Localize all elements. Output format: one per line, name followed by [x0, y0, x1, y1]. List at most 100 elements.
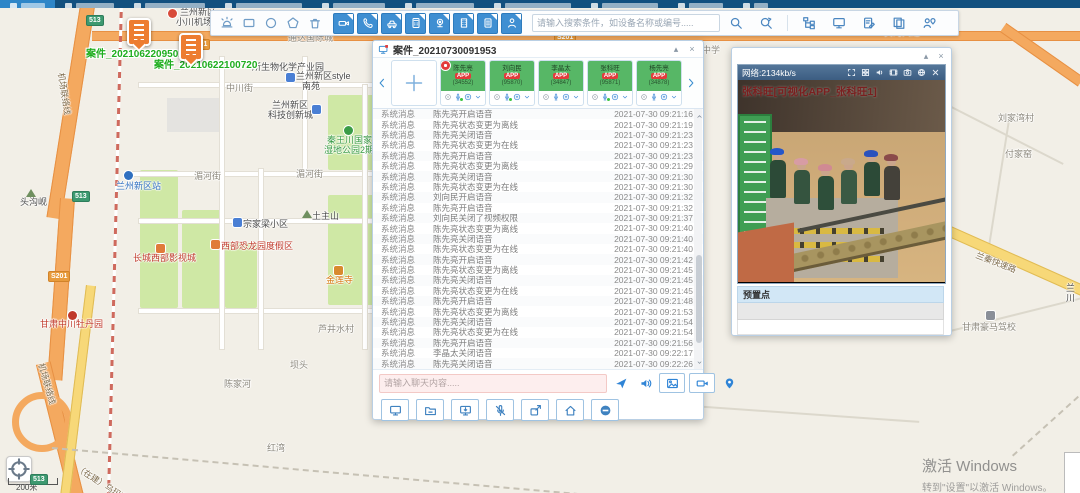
- menubar-item[interactable]: [581, 0, 668, 8]
- screen-button[interactable]: [381, 399, 409, 421]
- app-badge: APP: [553, 73, 569, 79]
- chat-input[interactable]: [379, 374, 607, 393]
- menubar-item[interactable]: [0, 0, 55, 8]
- phone-device-button[interactable]: [357, 13, 378, 34]
- x-circle-icon[interactable]: [513, 93, 521, 101]
- member-card[interactable]: 李晶太APP(34847): [538, 60, 584, 106]
- person-pin-icon[interactable]: [917, 13, 941, 33]
- screen-in-button[interactable]: [451, 399, 479, 421]
- case-marker-pin[interactable]: [127, 18, 151, 46]
- chevron-icon[interactable]: [474, 93, 482, 101]
- members-prev-icon[interactable]: [376, 76, 388, 90]
- send-icon[interactable]: [611, 374, 631, 392]
- film-icon[interactable]: [888, 67, 899, 78]
- preset-points-header[interactable]: 预置点: [737, 286, 944, 303]
- x-circle-icon[interactable]: [562, 93, 570, 101]
- trash-tool-icon[interactable]: [305, 13, 325, 33]
- person-device-button[interactable]: [501, 13, 522, 34]
- folder-button[interactable]: [416, 399, 444, 421]
- target-icon[interactable]: [493, 93, 501, 101]
- car-device-button[interactable]: [381, 13, 402, 34]
- close-icon[interactable]: [930, 67, 941, 78]
- target-icon[interactable]: [640, 93, 648, 101]
- block-button[interactable]: [591, 399, 619, 421]
- message-scrollbar-thumb[interactable]: [696, 255, 702, 343]
- image-icon[interactable]: [659, 373, 685, 393]
- mic-icon[interactable]: [454, 93, 462, 101]
- target-icon[interactable]: [542, 93, 550, 101]
- scroll-up-icon[interactable]: [695, 111, 703, 121]
- speaker-icon[interactable]: [874, 67, 885, 78]
- audio-icon[interactable]: [635, 374, 655, 392]
- grid-icon[interactable]: [860, 67, 871, 78]
- camera-device-button[interactable]: [333, 13, 354, 34]
- rect-tool-icon[interactable]: [239, 13, 259, 33]
- menubar-item[interactable]: [215, 0, 312, 8]
- location-icon[interactable]: [719, 374, 739, 392]
- close-icon[interactable]: ×: [935, 50, 947, 62]
- webcam-device-button[interactable]: [429, 13, 450, 34]
- mic-off-button[interactable]: [486, 399, 514, 421]
- close-icon[interactable]: ×: [686, 43, 698, 55]
- globe-icon[interactable]: [916, 67, 927, 78]
- minimize-icon[interactable]: ▴: [670, 43, 682, 55]
- menubar-item[interactable]: [484, 0, 581, 8]
- member-card[interactable]: 张科旺APP(95871): [587, 60, 633, 106]
- x-circle-icon[interactable]: [660, 93, 668, 101]
- building-device-button[interactable]: [453, 13, 474, 34]
- chevron-icon[interactable]: [621, 93, 629, 101]
- chevron-icon[interactable]: [572, 93, 580, 101]
- snapshot-icon[interactable]: [902, 67, 913, 78]
- message-time: 2021-07-30 09:21:54: [601, 327, 693, 337]
- document-device-button[interactable]: [477, 13, 498, 34]
- copy-icon[interactable]: [887, 13, 911, 33]
- members-next-icon[interactable]: [685, 76, 697, 90]
- tree-icon[interactable]: [797, 13, 821, 33]
- member-card[interactable]: 杨先亮APP(34878): [636, 60, 682, 106]
- menubar-item[interactable]: [395, 0, 484, 8]
- x-circle-icon[interactable]: [611, 93, 619, 101]
- hotel-poi-icon: [211, 240, 220, 249]
- mic-icon[interactable]: [503, 93, 511, 101]
- menubar-item[interactable]: [312, 0, 395, 8]
- x-circle-icon[interactable]: [464, 93, 472, 101]
- message-time: 2021-07-30 09:21:56: [601, 338, 693, 348]
- case-panel-header: 案件_20210730091953 ▴ ×: [373, 41, 703, 58]
- target-icon[interactable]: [444, 93, 452, 101]
- monitor-icon[interactable]: [827, 13, 851, 33]
- road-badge: 513: [72, 191, 90, 202]
- search-icon[interactable]: [724, 13, 748, 33]
- member-strip: 陈先亮APP(34552)刘向民APP(95870)李晶太APP(34847)张…: [373, 58, 703, 109]
- home-button[interactable]: [556, 399, 584, 421]
- mic-icon[interactable]: [650, 93, 658, 101]
- member-card[interactable]: 刘向民APP(95870): [489, 60, 535, 106]
- calculator-device-button[interactable]: [405, 13, 426, 34]
- share-button[interactable]: [521, 399, 549, 421]
- expand-icon[interactable]: [846, 67, 857, 78]
- menubar-item[interactable]: [55, 0, 124, 8]
- member-card[interactable]: 陈先亮APP(34552): [440, 60, 486, 106]
- metro-poi-icon: [124, 171, 133, 180]
- preset-row[interactable]: [737, 303, 944, 320]
- menubar-item[interactable]: [124, 0, 215, 8]
- circle-tool-icon[interactable]: [261, 13, 281, 33]
- chevron-icon[interactable]: [523, 93, 531, 101]
- minimize-icon[interactable]: ▴: [920, 50, 932, 62]
- chevron-icon[interactable]: [670, 93, 678, 101]
- target-icon[interactable]: [591, 93, 599, 101]
- search-input[interactable]: [532, 14, 720, 32]
- mic-icon[interactable]: [601, 93, 609, 101]
- doc-edit-icon[interactable]: [857, 13, 881, 33]
- menubar-item[interactable]: [668, 0, 733, 8]
- add-member-button[interactable]: [391, 60, 437, 106]
- siren-tool-icon[interactable]: [217, 13, 237, 33]
- pentagon-tool-icon[interactable]: [283, 13, 303, 33]
- mic-icon[interactable]: [552, 93, 560, 101]
- search-reset-icon[interactable]: [754, 13, 778, 33]
- case-marker-pin[interactable]: [179, 33, 203, 61]
- menubar-item[interactable]: [733, 0, 778, 8]
- member-sub: (95870): [502, 80, 523, 86]
- scroll-down-icon[interactable]: [695, 357, 703, 367]
- top-menubar: [0, 0, 1080, 8]
- video-icon[interactable]: [689, 373, 715, 393]
